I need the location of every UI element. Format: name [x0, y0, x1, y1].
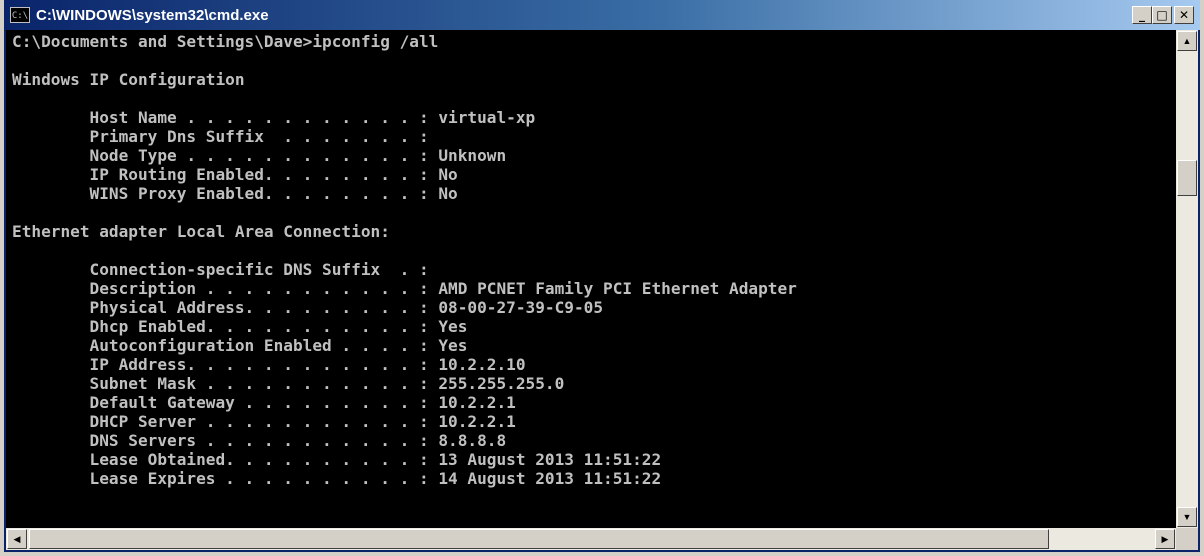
console-line: IP Address. . . . . . . . . . . . : 10.2… [12, 355, 526, 374]
console-line: Lease Expires . . . . . . . . . . : 14 A… [12, 469, 662, 488]
maximize-button[interactable]: □ [1152, 6, 1172, 24]
console-line: Autoconfiguration Enabled . . . . : Yes [12, 336, 468, 355]
console-line: Physical Address. . . . . . . . . : 08-0… [12, 298, 604, 317]
console-line: Primary Dns Suffix . . . . . . . : [12, 127, 429, 146]
close-button[interactable]: ✕ [1174, 6, 1194, 24]
vertical-scroll-thumb[interactable] [1177, 160, 1197, 196]
console-line: Connection-specific DNS Suffix . : [12, 260, 429, 279]
console-line: Windows IP Configuration [12, 70, 245, 89]
console-line: Description . . . . . . . . . . . : AMD … [12, 279, 797, 298]
title-buttons: _ □ ✕ [1132, 6, 1194, 24]
console-line: C:\Documents and Settings\Dave>ipconfig … [12, 32, 439, 51]
console-app-icon[interactable]: C:\ [10, 7, 30, 23]
console-output[interactable]: C:\Documents and Settings\Dave>ipconfig … [6, 30, 1176, 528]
minimize-button[interactable]: _ [1132, 6, 1152, 24]
scroll-down-button[interactable]: ▼ [1177, 507, 1197, 527]
window-title: C:\WINDOWS\system32\cmd.exe [36, 6, 269, 24]
console-line: WINS Proxy Enabled. . . . . . . . : No [12, 184, 458, 203]
console-line: Default Gateway . . . . . . . . . : 10.2… [12, 393, 516, 412]
horizontal-scrollbar[interactable]: ◀ ▶ [6, 528, 1176, 550]
vertical-scrollbar[interactable]: ▲ ▼ [1176, 30, 1198, 528]
console-line: Subnet Mask . . . . . . . . . . . : 255.… [12, 374, 565, 393]
console-client-area: C:\Documents and Settings\Dave>ipconfig … [6, 30, 1198, 550]
scroll-right-button[interactable]: ▶ [1155, 529, 1175, 549]
console-line: Lease Obtained. . . . . . . . . . : 13 A… [12, 450, 662, 469]
horizontal-scroll-thumb[interactable] [29, 529, 1049, 549]
console-line: DHCP Server . . . . . . . . . . . : 10.2… [12, 412, 516, 431]
console-line: Dhcp Enabled. . . . . . . . . . . : Yes [12, 317, 468, 336]
cmd-window: C:\ C:\WINDOWS\system32\cmd.exe _ □ ✕ C:… [0, 0, 1204, 556]
console-line: Ethernet adapter Local Area Connection: [12, 222, 390, 241]
console-line: Node Type . . . . . . . . . . . . : Unkn… [12, 146, 507, 165]
size-grip[interactable] [1176, 528, 1198, 550]
console-line: IP Routing Enabled. . . . . . . . : No [12, 165, 458, 184]
title-bar[interactable]: C:\ C:\WINDOWS\system32\cmd.exe _ □ ✕ [4, 0, 1200, 30]
console-line: Host Name . . . . . . . . . . . . : virt… [12, 108, 536, 127]
console-line: DNS Servers . . . . . . . . . . . : 8.8.… [12, 431, 507, 450]
scroll-left-button[interactable]: ◀ [7, 529, 27, 549]
scroll-up-button[interactable]: ▲ [1177, 31, 1197, 51]
